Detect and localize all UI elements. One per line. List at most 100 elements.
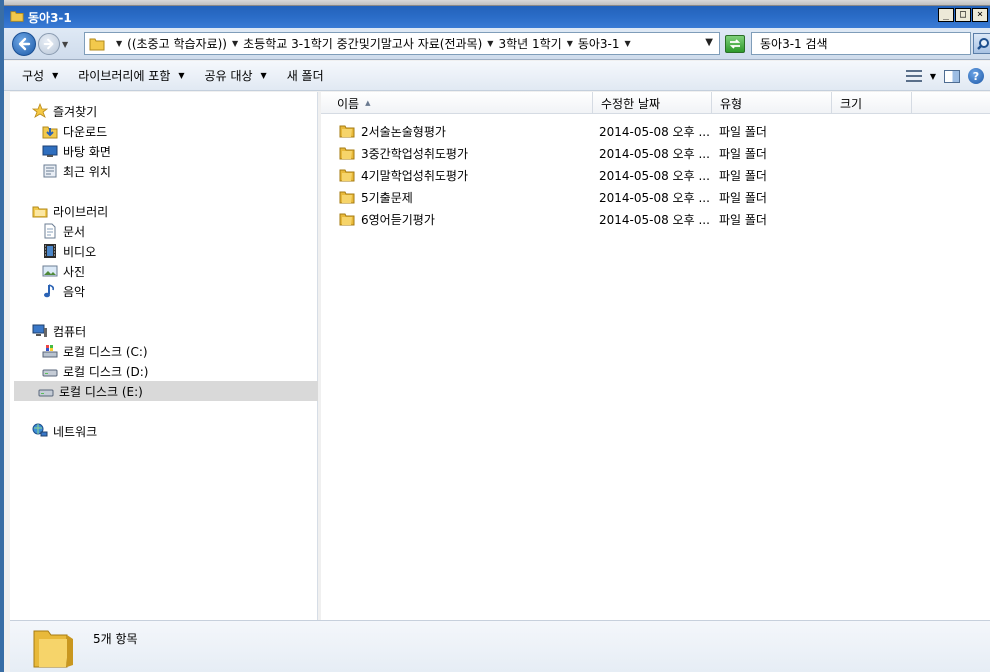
- sidebar-item-computer[interactable]: 컴퓨터: [32, 321, 86, 341]
- sidebar-item-drive-e[interactable]: 로컬 디스크 (E:): [14, 381, 318, 401]
- breadcrumb-item[interactable]: 3학년 1학기: [498, 35, 561, 52]
- column-header-size[interactable]: 크기: [832, 92, 912, 114]
- sidebar-item-label: 최근 위치: [63, 164, 111, 179]
- hard-drive-icon: [42, 363, 58, 379]
- sidebar-item-downloads[interactable]: 다운로드: [42, 121, 107, 141]
- close-button[interactable]: ×: [972, 8, 988, 22]
- sidebar-item-videos[interactable]: 비디오: [42, 241, 96, 261]
- sidebar-item-label: 라이브러리: [53, 204, 109, 219]
- help-icon[interactable]: ?: [968, 68, 984, 84]
- type-cell: 파일 폴더: [719, 124, 767, 139]
- sidebar-item-drive-c[interactable]: 로컬 디스크 (C:): [42, 341, 148, 361]
- sidebar-item-label: 문서: [63, 224, 86, 239]
- sidebar-item-label: 로컬 디스크 (E:): [59, 384, 143, 399]
- search-button[interactable]: [973, 33, 990, 54]
- chevron-down-icon[interactable]: ▼: [625, 39, 631, 48]
- computer-icon: [32, 323, 48, 339]
- include-in-library-label: 라이브러리에 포함: [78, 69, 171, 83]
- sidebar-item-recent-places[interactable]: 최근 위치: [42, 161, 111, 181]
- size-cell: [839, 120, 909, 142]
- size-cell: [839, 186, 909, 208]
- search-input[interactable]: 동아3-1 검색: [751, 32, 971, 55]
- file-list: 이름 ▲ 수정한 날짜 유형 크기 2서술논술형평가 2014-05-08 오후 .…: [321, 92, 990, 620]
- folder-icon: [89, 38, 105, 50]
- sidebar-item-label: 음악: [63, 284, 86, 299]
- organize-label: 구성: [22, 69, 45, 83]
- sidebar-item-label: 컴퓨터: [53, 324, 87, 339]
- chevron-down-icon[interactable]: ▼: [487, 39, 493, 48]
- column-header-type[interactable]: 유형: [712, 92, 832, 114]
- back-button[interactable]: [12, 32, 36, 56]
- sidebar-item-documents[interactable]: 문서: [42, 221, 85, 241]
- sidebar-item-network[interactable]: 네트워크: [32, 421, 97, 441]
- sidebar-item-music[interactable]: 음악: [42, 281, 85, 301]
- breadcrumb-item[interactable]: 초등학교 3-1학기 중간및기말고사 자료(전과목): [243, 35, 482, 52]
- chevron-down-icon[interactable]: ▼: [116, 39, 122, 48]
- table-row[interactable]: 4기말학업성취도평가 2014-05-08 오후 ... 파일 폴더: [321, 164, 990, 186]
- folder-icon: [339, 213, 355, 226]
- organize-menu[interactable]: 구성 ▼: [4, 61, 68, 91]
- maximize-button[interactable]: □: [955, 8, 971, 22]
- breadcrumb-item[interactable]: 동아3-1: [578, 35, 620, 52]
- chevron-down-icon: ▼: [178, 71, 185, 80]
- recent-places-icon: [42, 163, 58, 179]
- forward-button[interactable]: [38, 33, 60, 55]
- recent-pages-dropdown[interactable]: ▼: [62, 40, 68, 49]
- sidebar-item-label: 로컬 디스크 (D:): [63, 364, 149, 379]
- file-name: 4기말학업성취도평가: [361, 168, 468, 183]
- title-bar[interactable]: 동아3-1 _ □ ×: [4, 0, 990, 28]
- folder-icon: [339, 147, 355, 160]
- type-cell: 파일 폴더: [719, 212, 767, 227]
- sort-ascending-icon: ▲: [365, 99, 371, 107]
- column-header-label: 크기: [840, 96, 863, 111]
- breadcrumb: ▼ ((초중고 학습자료)) ▼ 초등학교 3-1학기 중간및기말고사 자료(전…: [111, 35, 636, 52]
- modified-cell: 2014-05-08 오후 ...: [599, 168, 709, 183]
- size-cell: [839, 142, 909, 164]
- sidebar-item-favorites[interactable]: 즐겨찾기: [32, 101, 97, 121]
- modified-cell: 2014-05-08 오후 ...: [599, 124, 709, 139]
- desktop-icon: [42, 143, 58, 159]
- folder-icon: [33, 630, 73, 668]
- include-in-library-menu[interactable]: 라이브러리에 포함 ▼: [68, 61, 194, 91]
- network-icon: [32, 423, 48, 439]
- refresh-icon: [729, 39, 741, 49]
- chevron-down-icon[interactable]: ▼: [232, 39, 238, 48]
- refresh-button[interactable]: [725, 35, 745, 53]
- sidebar-item-desktop[interactable]: 바탕 화면: [42, 141, 111, 161]
- view-options-icon[interactable]: [905, 70, 922, 82]
- size-cell: [839, 208, 909, 230]
- column-header-label: 수정한 날짜: [601, 96, 661, 111]
- command-bar: 구성 ▼ 라이브러리에 포함 ▼ 공유 대상 ▼ 새 폴더 ▼ ?: [4, 61, 990, 91]
- file-name-cell: 2서술논술형평가: [339, 120, 591, 142]
- type-cell: 파일 폴더: [719, 190, 767, 205]
- size-cell: [839, 164, 909, 186]
- table-row[interactable]: 2서술논술형평가 2014-05-08 오후 ... 파일 폴더: [321, 120, 990, 142]
- table-row[interactable]: 3중간학업성취도평가 2014-05-08 오후 ... 파일 폴더: [321, 142, 990, 164]
- table-row[interactable]: 5기출문제 2014-05-08 오후 ... 파일 폴더: [321, 186, 990, 208]
- new-folder-button[interactable]: 새 폴더: [277, 61, 334, 91]
- sidebar-item-drive-d[interactable]: 로컬 디스크 (D:): [42, 361, 148, 381]
- navigation-pane: 즐겨찾기 다운로드 바탕 화면 최근 위치 라이브러리 문서 비디오 사진 음악…: [10, 92, 318, 620]
- sidebar-item-libraries[interactable]: 라이브러리: [32, 201, 108, 221]
- minimize-button[interactable]: _: [938, 8, 954, 22]
- sidebar-item-label: 바탕 화면: [63, 144, 111, 159]
- modified-cell: 2014-05-08 오후 ...: [599, 212, 709, 227]
- explorer-window: 동아3-1 _ □ × ▼ ▼ ((초중고 학습자료)) ▼ 초등학교 3-1학…: [0, 0, 990, 672]
- address-bar[interactable]: ▼ ((초중고 학습자료)) ▼ 초등학교 3-1학기 중간및기말고사 자료(전…: [84, 32, 720, 55]
- chevron-down-icon[interactable]: ▼: [930, 72, 936, 81]
- type-cell: 파일 폴더: [719, 146, 767, 161]
- address-history-dropdown[interactable]: ▼: [705, 37, 713, 48]
- libraries-icon: [32, 203, 48, 219]
- chevron-down-icon[interactable]: ▼: [567, 39, 573, 48]
- file-name: 3중간학업성취도평가: [361, 146, 468, 161]
- share-with-menu[interactable]: 공유 대상 ▼: [195, 61, 277, 91]
- modified-cell: 2014-05-08 오후 ...: [599, 190, 709, 205]
- breadcrumb-item[interactable]: ((초중고 학습자료)): [127, 35, 227, 52]
- preview-pane-icon[interactable]: [944, 69, 960, 83]
- star-icon: [32, 103, 48, 119]
- column-header-name[interactable]: 이름 ▲: [321, 92, 593, 114]
- sidebar-item-pictures[interactable]: 사진: [42, 261, 85, 281]
- column-header-modified[interactable]: 수정한 날짜: [593, 92, 712, 114]
- file-name: 6영어듣기평가: [361, 212, 435, 227]
- table-row[interactable]: 6영어듣기평가 2014-05-08 오후 ... 파일 폴더: [321, 208, 990, 230]
